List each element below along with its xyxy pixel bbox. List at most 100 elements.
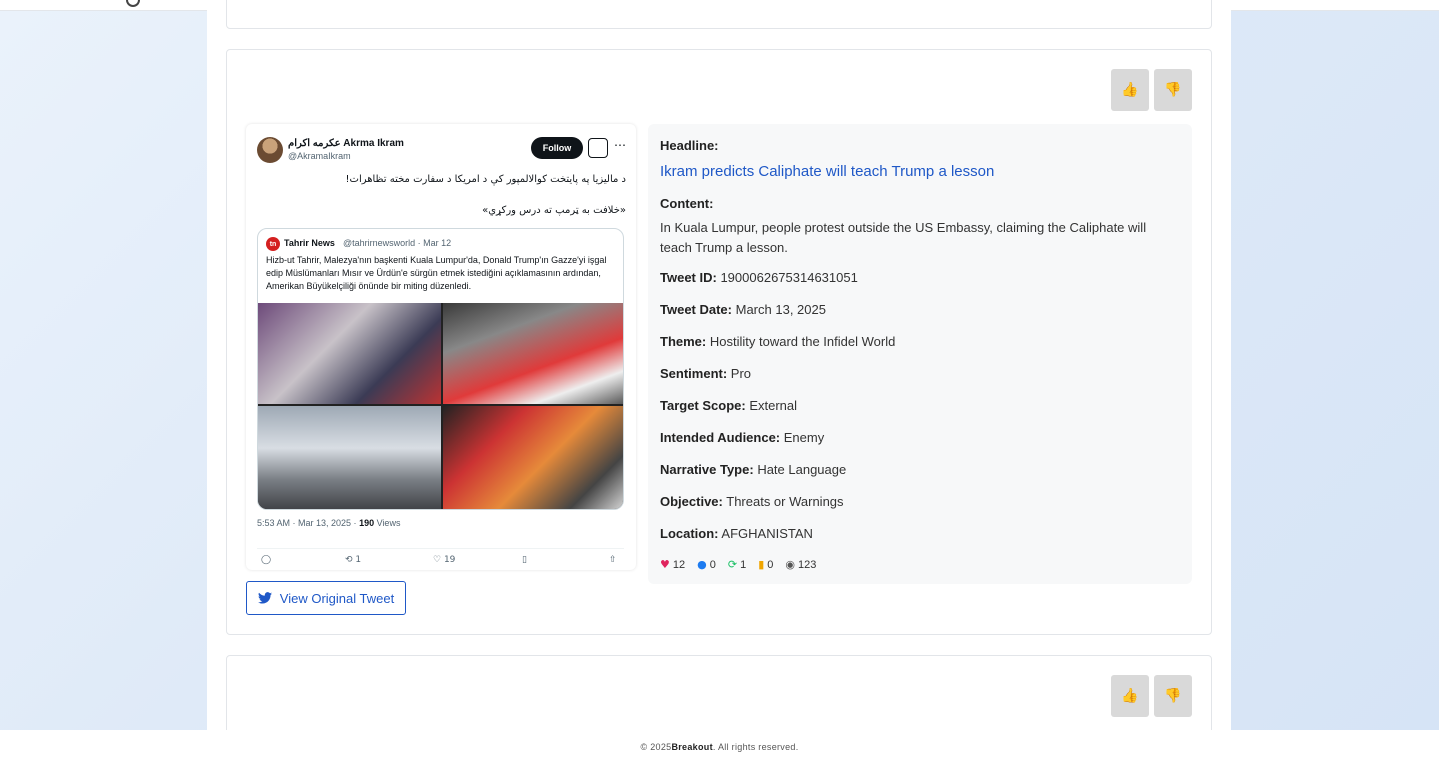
comments-count: 0 [709, 558, 716, 571]
thumbs-down-button[interactable]: 👎 [1154, 69, 1192, 111]
eye-icon: ◉ [785, 558, 795, 571]
tweet-author-name: عکرمه اکرام Akrma Ikram [288, 138, 404, 149]
field-label: Narrative Type: [660, 462, 754, 477]
tweet-views-label: Views [374, 518, 401, 528]
field-value: External [749, 398, 798, 413]
engagement-stats: ♥ 12 ● 0 ⟳ 1 ▮ 0 ◉ 123 [660, 558, 816, 571]
view-original-label: View Original Tweet [279, 590, 395, 606]
follow-button: Follow [531, 137, 583, 159]
field-value: Pro [730, 366, 752, 381]
photo [443, 406, 623, 509]
like-icon: ♡ 19 [433, 555, 456, 565]
tweet-text-line: د مالیزیا په پایتخت کوالالمپور کې د امری… [345, 174, 626, 185]
thumbs-up-icon: 👍 [1121, 688, 1139, 704]
tweet-author-handle: @AkramaIkram [288, 151, 351, 161]
comments-stat: ● 0 [697, 558, 716, 571]
quote-logo: tn [266, 237, 280, 251]
field-value: Threats or Warnings [726, 494, 844, 509]
field-value: Enemy [783, 430, 825, 445]
photo [258, 406, 441, 509]
views-count: 123 [798, 558, 817, 571]
like-count: 19 [443, 555, 456, 565]
reply-icon: ◯ [261, 555, 272, 565]
bookmark-icon: ▯ [522, 555, 527, 565]
target-scope-field: Target Scope: External [660, 398, 797, 413]
tweet-info-panel: Headline: Ikram predicts Caliphate will … [648, 124, 1192, 584]
field-label: Intended Audience: [660, 430, 781, 445]
tweet-card: 👍 👎 عکرمه اکرام Akrma Ikram @AkramaIkram… [226, 49, 1212, 635]
headline-field: Headline: [660, 138, 719, 153]
twitter-bird-icon [257, 592, 272, 604]
headline-link[interactable]: Ikram predicts Caliphate will teach Trum… [660, 163, 994, 180]
thumbs-down-icon: 👎 [1164, 688, 1182, 704]
likes-stat: ♥ 12 [660, 558, 685, 571]
field-label: Theme: [660, 334, 707, 349]
sentiment-field: Sentiment: Pro [660, 366, 751, 381]
field-value: March 13, 2025 [735, 302, 826, 317]
tweet-timestamp: 5:53 AM · Mar 13, 2025 · 190 Views [257, 518, 400, 528]
bookmark-icon: ▮ [758, 558, 765, 571]
retweet-icon: ⟳ [727, 558, 738, 571]
thumbs-up-icon: 👍 [1121, 82, 1139, 98]
avatar [257, 137, 283, 163]
thumbs-up-button[interactable]: 👍 [1111, 675, 1149, 717]
quoted-tweet: tn Tahrir News @tahrirnewsworld · Mar 12… [257, 228, 624, 510]
objective-field: Objective: Threats or Warnings [660, 494, 844, 509]
field-value: 1900062675314631051 [720, 270, 858, 285]
retweets-count: 1 [740, 558, 747, 571]
field-label: Tweet ID: [660, 270, 717, 285]
quote-meta: @tahrirnewsworld · Mar 12 [343, 238, 452, 248]
bookmarks-stat: ▮ 0 [758, 558, 773, 571]
theme-field: Theme: Hostility toward the Infidel Worl… [660, 334, 895, 349]
headline-label: Headline: [660, 138, 719, 153]
intended-audience-field: Intended Audience: Enemy [660, 430, 824, 445]
field-label: Target Scope: [660, 398, 746, 413]
field-label: Location: [660, 526, 719, 541]
location-field: Location: AFGHANISTAN [660, 526, 813, 541]
tweet-text-line: «خلافت به ټرمپ ته درس ورکړي» [482, 205, 626, 216]
views-stat: ◉ 123 [785, 558, 816, 571]
main-container: 👍 👎 عکرمه اکرام Akrma Ikram @AkramaIkram… [207, 0, 1231, 763]
tweet-views-count: 190 [359, 518, 375, 528]
protest-photo-collage [258, 303, 623, 509]
heart-icon: ♥ [660, 558, 670, 571]
field-value: AFGHANISTAN [721, 526, 813, 541]
comment-icon: ● [697, 558, 707, 571]
retweets-stat: ⟳ 1 [728, 558, 746, 571]
photo [258, 303, 441, 404]
content-field: Content: [660, 196, 713, 211]
field-value: Hostility toward the Infidel World [709, 334, 896, 349]
quote-text: Hizb-ut Tahrir, Malezya'nın başkenti Kua… [266, 255, 607, 291]
tweet-actions: ◯ ⟲ 1 ♡ 19 ▯ ⇧ [257, 548, 624, 570]
field-label: Objective: [660, 494, 723, 509]
field-label: Tweet Date: [660, 302, 732, 317]
view-original-tweet-button[interactable]: View Original Tweet [246, 581, 406, 615]
share-icon: ⇧ [609, 555, 617, 565]
field-value: Hate Language [757, 462, 847, 477]
content-text: In Kuala Lumpur, people protest outside … [660, 220, 1147, 255]
globe-icon[interactable] [126, 0, 140, 7]
footer-brand: Breakout [671, 741, 713, 752]
footer: © 2025 Breakout. All rights reserved. [0, 730, 1439, 763]
tweet-id-field: Tweet ID: 1900062675314631051 [660, 270, 858, 285]
footer-suffix: . All rights reserved. [712, 741, 799, 752]
bookmarks-count: 0 [767, 558, 774, 571]
field-label: Sentiment: [660, 366, 728, 381]
more-icon: ⋯ [614, 138, 626, 152]
grok-icon [588, 138, 608, 158]
tweet-time: 5:53 AM · Mar 13, 2025 · [257, 518, 360, 528]
photo [443, 303, 623, 404]
content-label: Content: [660, 196, 714, 211]
thumbs-down-icon: 👎 [1164, 82, 1182, 98]
retweet-icon: ⟲ 1 [345, 555, 362, 565]
footer-prefix: © 2025 [640, 741, 672, 752]
quote-author-name: Tahrir News [284, 238, 335, 248]
tweet-screenshot-image: عکرمه اکرام Akrma Ikram @AkramaIkram Fol… [246, 124, 636, 570]
tweet-date-field: Tweet Date: March 13, 2025 [660, 302, 826, 317]
previous-tweet-card [226, 0, 1212, 29]
retweet-count: 1 [355, 555, 362, 565]
likes-count: 12 [672, 558, 686, 571]
thumbs-up-button[interactable]: 👍 [1111, 69, 1149, 111]
thumbs-down-button[interactable]: 👎 [1154, 675, 1192, 717]
narrative-type-field: Narrative Type: Hate Language [660, 462, 846, 477]
